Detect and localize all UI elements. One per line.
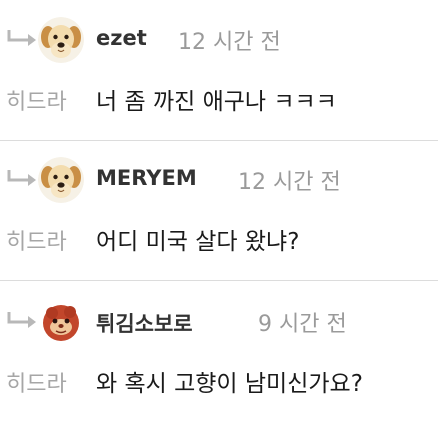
reply-target-name[interactable]: 히드라 (6, 366, 67, 398)
comment-text: 너 좀 까진 애구나 ㅋㅋㅋ (96, 89, 337, 115)
timestamp: 12 시간 전 (238, 170, 341, 195)
timestamp: 9 시간 전 (258, 312, 347, 337)
reply-arrow-icon (7, 312, 36, 328)
username[interactable]: MERYEM (96, 166, 197, 190)
comment-text: 어디 미국 살다 왔냐? (96, 229, 300, 255)
comment-item-3: 튀김소보로 9 시간 전 히드라 와 혹시 고향이 남미신가요? (0, 282, 438, 420)
puppy-avatar-icon[interactable] (38, 17, 84, 63)
timestamp: 12 시간 전 (178, 30, 281, 55)
reply-target-name[interactable]: 히드라 (6, 84, 67, 116)
reply-arrow-icon (7, 170, 36, 186)
reply-target-name[interactable]: 히드라 (6, 224, 67, 256)
comment-item-2: MERYEM 12 시간 전 히드라 어디 미국 살다 왔냐? (0, 140, 438, 278)
puppy-avatar-icon[interactable] (38, 157, 84, 203)
username[interactable]: ezet (96, 26, 147, 50)
comment-item-1: ezet 12 시간 전 히드라 너 좀 까진 애구나 ㅋㅋㅋ (0, 0, 438, 138)
username[interactable]: 튀김소보로 (96, 308, 193, 338)
comment-text: 와 혹시 고향이 남미신가요? (96, 371, 363, 397)
creature-avatar-icon[interactable] (38, 299, 84, 345)
reply-arrow-icon (7, 30, 36, 46)
divider (0, 280, 438, 281)
